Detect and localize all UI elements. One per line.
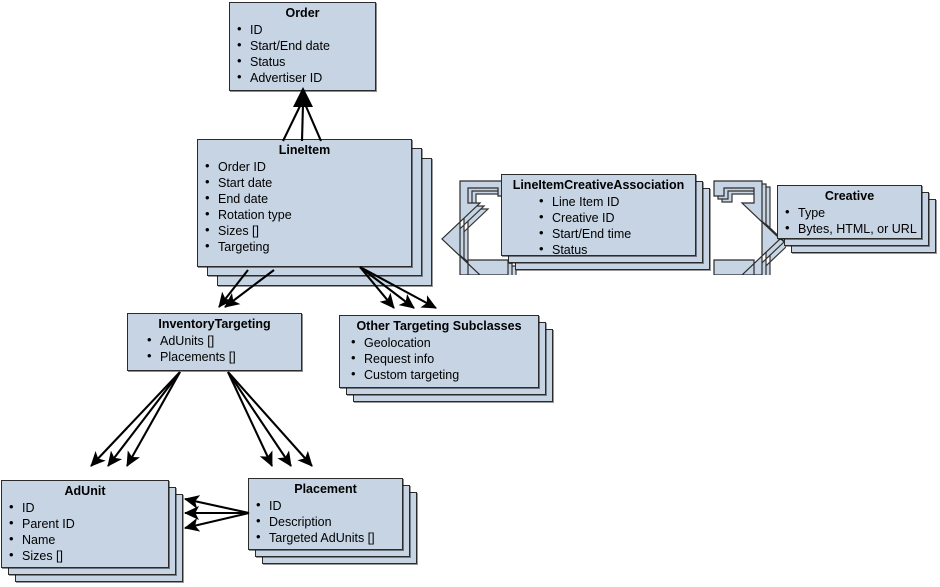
field: Sizes [] — [8, 547, 164, 564]
entity-othertargeting-fields: Geolocation Request info Custom targetin… — [340, 334, 538, 387]
field: Geolocation — [350, 334, 534, 351]
field: ID — [8, 499, 164, 516]
field: ID — [236, 21, 371, 38]
field: Request info — [350, 350, 534, 367]
field: Order ID — [204, 158, 407, 175]
entity-adunit-fields: ID Parent ID Name Sizes [] — [2, 499, 168, 568]
field: Sizes [] — [204, 222, 407, 239]
entity-lica-title: LineItemCreativeAssociation — [512, 178, 685, 192]
field: Advertiser ID — [236, 69, 371, 86]
entity-creative-fields: Type Bytes, HTML, or URL — [778, 204, 921, 241]
entity-adunit-title: AdUnit — [64, 484, 106, 498]
field: Placements [] — [146, 348, 297, 365]
field: AdUnits [] — [146, 332, 297, 349]
entity-creative-title: Creative — [824, 189, 875, 203]
entity-creative[interactable]: Creative Type Bytes, HTML, or URL — [777, 185, 922, 239]
field: Custom targeting — [350, 366, 534, 383]
entity-placement-title: Placement — [294, 482, 357, 496]
link-inventorytargeting-adunit — [90, 371, 181, 467]
entity-othertargetingsubclasses[interactable]: Other Targeting Subclasses Geolocation R… — [339, 315, 539, 388]
entity-adunit[interactable]: AdUnit ID Parent ID Name Sizes [] — [1, 480, 169, 568]
link-inventorytargeting-placement — [227, 371, 313, 467]
field: Targeting — [204, 238, 407, 255]
entity-othertargeting-title: Other Targeting Subclasses — [356, 319, 522, 333]
field: Line Item ID — [538, 193, 691, 210]
link-placement-adunit — [184, 495, 250, 532]
entity-lica-fields: Line Item ID Creative ID Start/End time … — [502, 193, 695, 262]
field: Bytes, HTML, or URL — [784, 220, 917, 237]
entity-inventorytargeting[interactable]: InventoryTargeting AdUnits [] Placements… — [127, 313, 302, 371]
field: Start/End date — [236, 37, 371, 54]
entity-order[interactable]: Order ID Start/End date Status Advertise… — [229, 2, 376, 91]
field: Status — [236, 53, 371, 70]
link-lineitem-order — [282, 87, 322, 142]
field: Creative ID — [538, 209, 691, 226]
entity-placement[interactable]: Placement ID Description Targeted AdUnit… — [248, 478, 403, 550]
entity-lineitem[interactable]: LineItem Order ID Start date End date Ro… — [197, 139, 412, 267]
field: Start/End time — [538, 225, 691, 242]
field: Parent ID — [8, 515, 164, 532]
diagram-canvas: Order ID Start/End date Status Advertise… — [0, 0, 940, 587]
entity-placement-fields: ID Description Targeted AdUnits [] — [249, 497, 402, 550]
field: Targeted AdUnits [] — [255, 529, 398, 546]
entity-inventorytargeting-fields: AdUnits [] Placements [] — [128, 332, 301, 369]
field: Description — [255, 513, 398, 530]
entity-lineitemcreativeassociation[interactable]: LineItemCreativeAssociation Line Item ID… — [501, 174, 696, 257]
field: Type — [784, 204, 917, 221]
entity-inventorytargeting-title: InventoryTargeting — [158, 317, 271, 331]
field: Status — [538, 241, 691, 258]
field: End date — [204, 190, 407, 207]
entity-lineitem-fields: Order ID Start date End date Rotation ty… — [198, 158, 411, 259]
entity-lineitem-title: LineItem — [278, 143, 331, 157]
field: Name — [8, 531, 164, 548]
entity-order-fields: ID Start/End date Status Advertiser ID — [230, 21, 375, 90]
entity-order-title: Order — [285, 6, 320, 20]
field: Rotation type — [204, 206, 407, 223]
field: Start date — [204, 174, 407, 191]
field: ID — [255, 497, 398, 514]
